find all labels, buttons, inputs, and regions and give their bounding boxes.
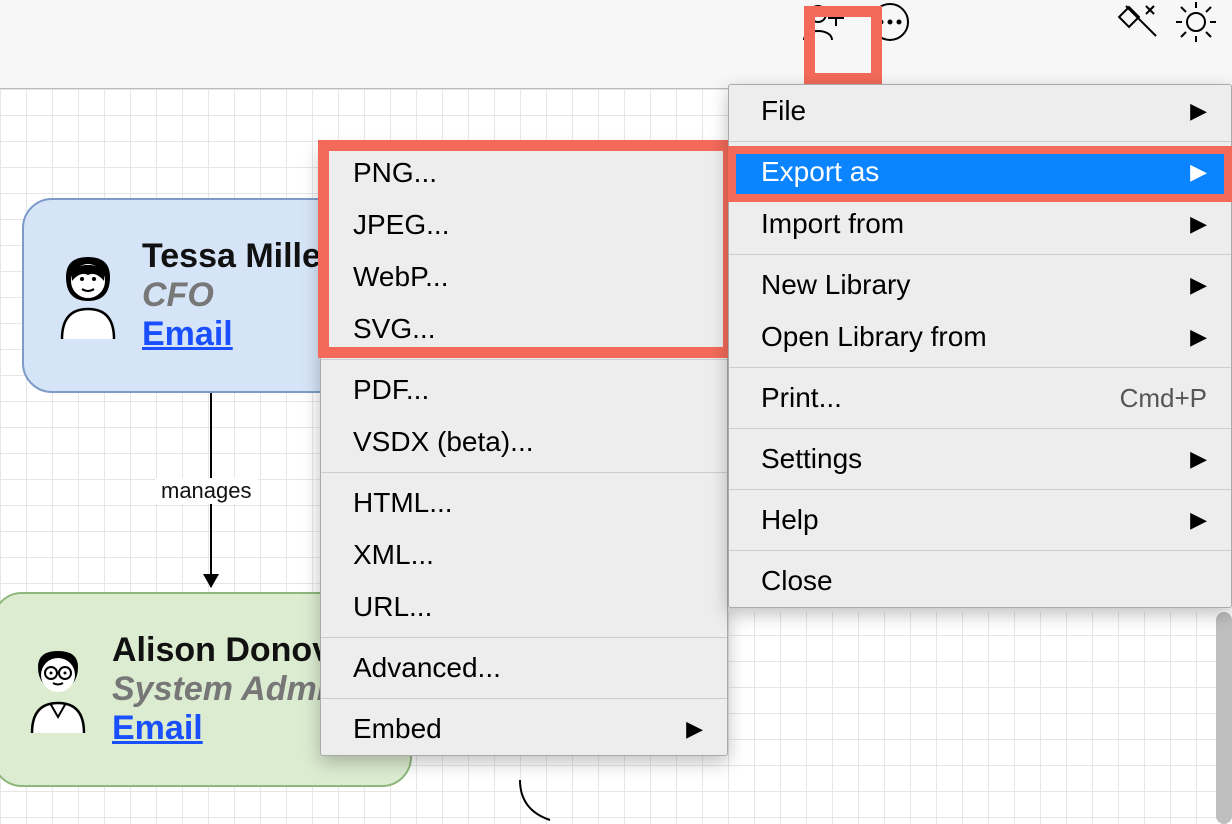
add-person-button[interactable] <box>802 0 846 44</box>
avatar-icon <box>52 251 124 341</box>
menu-item-print[interactable]: Print... Cmd+P <box>729 372 1231 424</box>
main-menu: File ▶ Export as ▶ Import from ▶ New Lib… <box>728 84 1232 608</box>
menu-label: Embed <box>353 713 442 745</box>
menu-item-help[interactable]: Help ▶ <box>729 494 1231 546</box>
vertical-scrollbar[interactable] <box>1216 612 1232 824</box>
menu-label: Settings <box>761 443 862 475</box>
submenu-item-html[interactable]: HTML... <box>321 477 727 529</box>
more-icon <box>868 0 912 44</box>
menu-label: PDF... <box>353 374 429 406</box>
submenu-item-png[interactable]: PNG... <box>321 147 727 199</box>
menu-label: XML... <box>353 539 434 571</box>
menu-label: New Library <box>761 269 910 301</box>
tools-button[interactable] <box>1116 0 1160 44</box>
submenu-item-svg[interactable]: SVG... <box>321 303 727 355</box>
menu-item-import-from[interactable]: Import from ▶ <box>729 198 1231 250</box>
sun-icon <box>1174 0 1218 44</box>
chevron-right-icon: ▶ <box>1190 272 1207 298</box>
card-email-link[interactable]: Email <box>142 315 334 354</box>
menu-label: Print... <box>761 382 842 414</box>
menu-label: URL... <box>353 591 432 623</box>
menu-item-settings[interactable]: Settings ▶ <box>729 433 1231 485</box>
submenu-item-jpeg[interactable]: JPEG... <box>321 199 727 251</box>
menu-separator <box>729 141 1231 142</box>
chevron-right-icon: ▶ <box>1190 324 1207 350</box>
menu-separator <box>729 254 1231 255</box>
magic-wand-icon <box>1116 0 1160 44</box>
avatar-icon <box>22 645 94 735</box>
theme-button[interactable] <box>1174 0 1218 44</box>
menu-shortcut: Cmd+P <box>1120 383 1207 414</box>
submenu-item-embed[interactable]: Embed ▶ <box>321 703 727 755</box>
menu-item-open-library-from[interactable]: Open Library from ▶ <box>729 311 1231 363</box>
menu-label: Import from <box>761 208 904 240</box>
submenu-item-xml[interactable]: XML... <box>321 529 727 581</box>
submenu-item-vsdx[interactable]: VSDX (beta)... <box>321 416 727 468</box>
menu-label: File <box>761 95 806 127</box>
chevron-right-icon: ▶ <box>1190 98 1207 124</box>
menu-separator <box>321 359 727 360</box>
edge-label: manages <box>155 478 258 504</box>
submenu-item-url[interactable]: URL... <box>321 581 727 633</box>
menu-label: VSDX (beta)... <box>353 426 534 458</box>
menu-separator <box>729 489 1231 490</box>
connector-curve <box>480 780 600 824</box>
menu-label: Help <box>761 504 819 536</box>
card-role: CFO <box>142 276 334 315</box>
menu-separator <box>729 367 1231 368</box>
chevron-right-icon: ▶ <box>1190 211 1207 237</box>
menu-item-file[interactable]: File ▶ <box>729 85 1231 137</box>
menu-label: Advanced... <box>353 652 501 684</box>
menu-label: Open Library from <box>761 321 987 353</box>
menu-label: SVG... <box>353 313 435 345</box>
chevron-right-icon: ▶ <box>1190 159 1207 185</box>
card-name: Tessa Miller <box>142 237 334 276</box>
toolbar <box>0 0 1232 88</box>
menu-label: Close <box>761 565 833 597</box>
menu-item-new-library[interactable]: New Library ▶ <box>729 259 1231 311</box>
export-submenu: PNG... JPEG... WebP... SVG... PDF... VSD… <box>320 146 728 756</box>
menu-separator <box>321 637 727 638</box>
menu-separator <box>729 550 1231 551</box>
menu-label: WebP... <box>353 261 448 293</box>
chevron-right-icon: ▶ <box>1190 446 1207 472</box>
submenu-item-advanced[interactable]: Advanced... <box>321 642 727 694</box>
menu-label: Export as <box>761 156 879 188</box>
menu-item-export-as[interactable]: Export as ▶ <box>729 146 1231 198</box>
menu-separator <box>729 428 1231 429</box>
menu-label: JPEG... <box>353 209 449 241</box>
add-person-icon <box>802 0 846 44</box>
menu-item-close[interactable]: Close <box>729 555 1231 607</box>
chevron-right-icon: ▶ <box>1190 507 1207 533</box>
submenu-item-webp[interactable]: WebP... <box>321 251 727 303</box>
menu-separator <box>321 698 727 699</box>
menu-label: HTML... <box>353 487 453 519</box>
more-button[interactable] <box>868 0 912 44</box>
submenu-item-pdf[interactable]: PDF... <box>321 364 727 416</box>
menu-label: PNG... <box>353 157 437 189</box>
chevron-right-icon: ▶ <box>686 716 703 742</box>
menu-separator <box>321 472 727 473</box>
